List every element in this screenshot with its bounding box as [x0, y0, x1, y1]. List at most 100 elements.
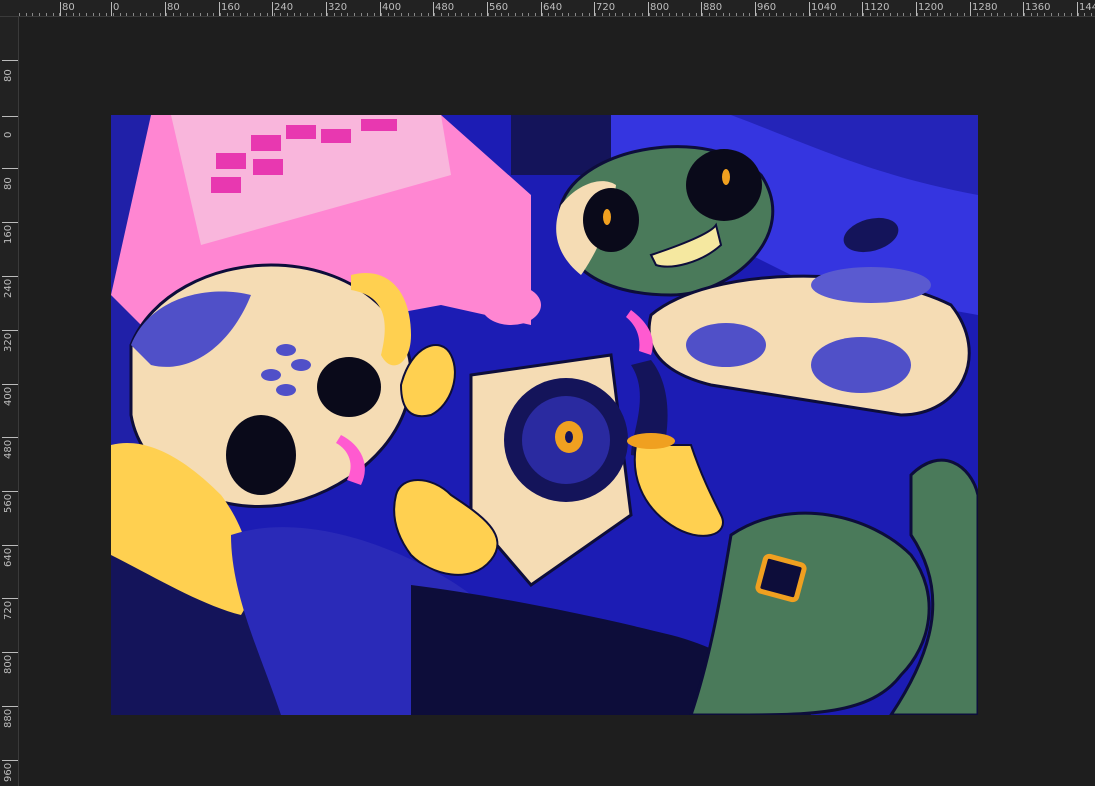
ruler-tick	[387, 13, 389, 16]
ruler-tick	[139, 13, 141, 16]
ruler-major-tick	[2, 545, 18, 546]
ruler-h-label: 0	[113, 2, 120, 13]
ruler-tick	[1030, 13, 1032, 16]
ruler-tick	[534, 13, 536, 16]
ruler-tick	[595, 13, 597, 16]
ruler-major-tick	[2, 384, 18, 385]
ruler-tick	[796, 13, 798, 16]
ruler-tick	[159, 13, 161, 16]
ruler-major-tick	[970, 2, 971, 16]
ruler-h-label: 640	[543, 2, 563, 13]
ruler-tick	[1017, 13, 1019, 16]
ruler-tick	[1024, 13, 1025, 16]
ruler-h-label: 880	[703, 2, 723, 13]
ruler-v-label: 720	[3, 600, 14, 620]
ruler-tick	[347, 13, 349, 16]
ruler-tick	[568, 13, 570, 16]
ruler-tick	[950, 13, 952, 16]
ruler-tick	[923, 13, 925, 16]
ruler-tick	[883, 13, 885, 16]
ruler-tick	[367, 13, 369, 16]
ruler-tick	[581, 13, 583, 16]
ruler-tick	[266, 13, 268, 16]
ruler-tick	[668, 13, 670, 16]
ruler-tick	[360, 13, 362, 16]
ruler-tick	[119, 13, 121, 16]
ruler-tick	[977, 13, 979, 16]
ruler-tick	[742, 13, 744, 16]
ruler-tick	[106, 13, 108, 16]
ruler-v-label: 960	[3, 762, 14, 782]
ruler-tick	[199, 13, 201, 16]
ruler-tick	[186, 13, 188, 16]
ruler-tick	[910, 13, 912, 16]
ruler-tick	[628, 13, 630, 16]
ruler-major-tick	[2, 330, 18, 331]
ruler-tick	[313, 13, 315, 16]
ruler-tick	[735, 13, 737, 16]
ruler-tick	[836, 13, 838, 16]
ruler-major-tick	[2, 60, 18, 61]
ruler-major-tick	[2, 116, 18, 117]
ruler-v-label: 800	[3, 654, 14, 674]
ruler-tick	[555, 13, 556, 16]
ruler-tick	[514, 13, 516, 16]
ruler-tick	[400, 13, 402, 16]
ruler-tick	[983, 13, 985, 16]
ruler-tick	[1037, 13, 1039, 16]
ruler-tick	[997, 13, 999, 16]
ruler-tick	[575, 13, 577, 16]
ruler-tick	[890, 13, 891, 16]
ruler-major-tick	[2, 276, 18, 277]
ruler-tick	[501, 13, 503, 16]
ruler-tick	[548, 13, 550, 16]
ruler-v-label: 240	[3, 278, 14, 298]
ruler-tick	[963, 13, 965, 16]
vertical-ruler[interactable]: 80 0 80 160 240 320 400 480 560 640 720 800 880 960	[0, 17, 19, 786]
ruler-tick	[280, 13, 282, 16]
ruler-v-label: 560	[3, 493, 14, 513]
ruler-tick	[287, 13, 288, 16]
ruler-tick	[769, 13, 771, 16]
ruler-tick	[240, 13, 242, 16]
ruler-major-tick	[809, 2, 810, 16]
artwork-canvas[interactable]	[111, 115, 978, 715]
ruler-major-tick	[701, 2, 702, 16]
ruler-h-label: 800	[650, 2, 670, 13]
ruler-tick	[441, 13, 443, 16]
ruler-tick	[72, 13, 74, 16]
ruler-tick	[749, 13, 751, 16]
ruler-tick	[561, 13, 563, 16]
ruler-tick	[702, 13, 704, 16]
ruler-h-label: 1360	[1025, 2, 1051, 13]
ruler-tick	[508, 13, 510, 16]
ruler-major-tick	[2, 168, 18, 169]
ruler-tick	[635, 13, 637, 16]
ruler-h-label: 1200	[918, 2, 944, 13]
ruler-tick	[166, 13, 168, 16]
ruler-v-label: 80	[3, 177, 14, 190]
ruler-major-tick	[272, 2, 273, 16]
ruler-tick	[869, 13, 871, 16]
horizontal-ruler[interactable]: 80 0 80 160 240 320 400 480 560 640 720 800 880 960 10…	[0, 0, 1095, 17]
ruler-tick	[260, 13, 262, 16]
ruler-major-tick	[1023, 2, 1024, 16]
ruler-tick	[99, 13, 101, 16]
ruler-tick	[615, 13, 617, 16]
ruler-tick	[655, 13, 657, 16]
ruler-tick	[19, 13, 20, 16]
ruler-tick	[488, 13, 489, 16]
ruler-tick	[153, 13, 154, 16]
ruler-tick	[588, 13, 590, 16]
ruler-tick	[112, 13, 114, 16]
ruler-h-label: 160	[221, 2, 241, 13]
ruler-tick	[689, 13, 690, 16]
ruler-tick	[1050, 13, 1052, 16]
ruler-tick	[642, 13, 644, 16]
ruler-tick	[293, 13, 295, 16]
ruler-tick	[1064, 13, 1066, 16]
ruler-major-tick	[219, 2, 220, 16]
ruler-tick	[427, 13, 429, 16]
ruler-tick	[715, 13, 717, 16]
ruler-tick	[394, 13, 396, 16]
